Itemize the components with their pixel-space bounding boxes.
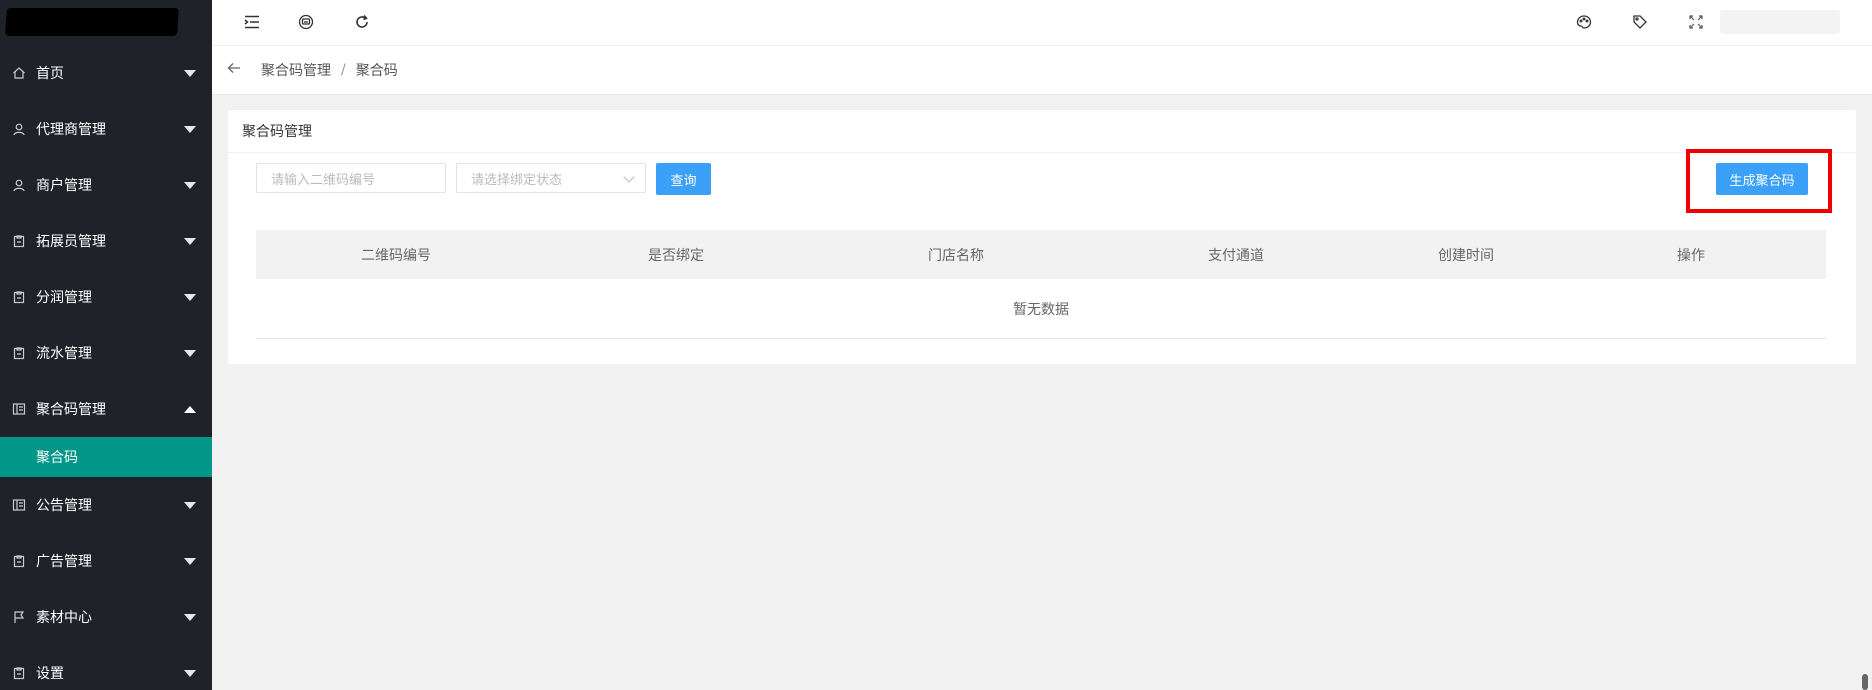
sidebar-item-label: 拓展员管理 xyxy=(36,234,106,250)
clipboard-icon xyxy=(12,346,26,360)
data-table: 二维码编号 是否绑定 门店名称 支付通道 创建时间 操作 暂无数据 xyxy=(256,230,1826,339)
sidebar-item-flow[interactable]: 流水管理 xyxy=(0,325,212,381)
sidebar-item-expander[interactable]: 拓展员管理 xyxy=(0,213,212,269)
sidebar-item-materials[interactable]: 素材中心 xyxy=(0,589,212,645)
refresh-icon[interactable] xyxy=(352,12,372,32)
table-header: 二维码编号 是否绑定 门店名称 支付通道 创建时间 操作 xyxy=(256,230,1826,279)
sidebar-item-label: 首页 xyxy=(36,66,64,82)
website-icon[interactable] xyxy=(296,12,316,32)
sidebar-item-label: 聚合码管理 xyxy=(36,402,106,418)
back-arrow-icon[interactable] xyxy=(227,62,241,78)
sidebar-item-label: 商户管理 xyxy=(36,178,92,194)
caret-down-icon xyxy=(184,294,196,301)
caret-down-icon xyxy=(184,126,196,133)
breadcrumb-parent[interactable]: 聚合码管理 xyxy=(261,60,331,80)
highlight-box xyxy=(1686,149,1832,213)
sidebar-subitem-aggregate-code[interactable]: 聚合码 xyxy=(0,437,212,477)
sidebar-item-profit[interactable]: 分润管理 xyxy=(0,269,212,325)
sidebar-item-label: 素材中心 xyxy=(36,610,92,626)
home-icon xyxy=(12,66,26,80)
card-title: 聚合码管理 xyxy=(228,110,1856,153)
column-header: 是否绑定 xyxy=(648,247,704,264)
chevron-down-icon xyxy=(623,171,635,183)
sidebar-item-merchant[interactable]: 商户管理 xyxy=(0,157,212,213)
caret-down-icon xyxy=(184,350,196,357)
user-menu[interactable] xyxy=(1720,10,1840,34)
clipboard-icon xyxy=(12,290,26,304)
redacted-logo xyxy=(5,8,179,36)
user-icon xyxy=(12,122,26,136)
scrollbar[interactable] xyxy=(1862,674,1868,690)
empty-state: 暂无数据 xyxy=(256,279,1826,339)
caret-down-icon xyxy=(184,558,196,565)
menu-fold-icon[interactable] xyxy=(242,12,262,32)
clipboard-icon xyxy=(12,554,26,568)
column-header: 二维码编号 xyxy=(361,247,431,264)
sidebar-item-notice[interactable]: 公告管理 xyxy=(0,477,212,533)
query-button[interactable]: 查询 xyxy=(656,163,711,195)
caret-down-icon xyxy=(184,502,196,509)
sidebar-item-label: 分润管理 xyxy=(36,290,92,306)
caret-down-icon xyxy=(184,614,196,621)
caret-down-icon xyxy=(184,182,196,189)
sidebar: 首页 代理商管理 商户管理 拓展员管理 分润管理 流水管理 聚合码管理 聚合码 … xyxy=(0,0,212,690)
qr-code-search-input[interactable]: 请输入二维码编号 xyxy=(256,163,446,193)
sidebar-subitem-label: 聚合码 xyxy=(36,450,78,466)
top-header xyxy=(212,0,1872,46)
theme-icon[interactable] xyxy=(1574,12,1594,32)
logo-area xyxy=(0,0,212,45)
column-header: 操作 xyxy=(1677,247,1705,264)
sidebar-item-label: 设置 xyxy=(36,666,64,682)
flag-icon xyxy=(12,610,26,624)
qr-code-placeholder: 请输入二维码编号 xyxy=(271,172,376,188)
caret-down-icon xyxy=(184,670,196,677)
sidebar-item-aggregate-code[interactable]: 聚合码管理 xyxy=(0,381,212,437)
sidebar-item-agent[interactable]: 代理商管理 xyxy=(0,101,212,157)
clipboard-icon xyxy=(12,666,26,680)
caret-up-icon xyxy=(184,406,196,413)
bind-status-placeholder: 请选择绑定状态 xyxy=(471,172,563,188)
sidebar-item-ads[interactable]: 广告管理 xyxy=(0,533,212,589)
breadcrumb-current: 聚合码 xyxy=(355,63,398,79)
sidebar-item-home[interactable]: 首页 xyxy=(0,45,212,101)
sidebar-item-settings[interactable]: 设置 xyxy=(0,645,212,690)
user-icon xyxy=(12,178,26,192)
caret-down-icon xyxy=(184,70,196,77)
clipboard-icon xyxy=(12,234,26,248)
column-header: 创建时间 xyxy=(1438,247,1494,264)
column-header: 支付通道 xyxy=(1208,247,1264,264)
sidebar-item-label: 公告管理 xyxy=(36,498,92,514)
sidebar-item-label: 流水管理 xyxy=(36,346,92,362)
breadcrumb-separator: / xyxy=(341,62,346,78)
form-icon xyxy=(12,402,26,416)
sidebar-item-label: 广告管理 xyxy=(36,554,92,570)
fullscreen-icon[interactable] xyxy=(1686,12,1706,32)
column-header: 门店名称 xyxy=(928,247,984,264)
sidebar-item-label: 代理商管理 xyxy=(36,122,106,138)
form-icon xyxy=(12,498,26,512)
bind-status-select[interactable]: 请选择绑定状态 xyxy=(456,163,646,193)
tag-icon[interactable] xyxy=(1630,12,1650,32)
caret-down-icon xyxy=(184,238,196,245)
breadcrumb: 聚合码管理 / 聚合码 xyxy=(212,46,1872,95)
